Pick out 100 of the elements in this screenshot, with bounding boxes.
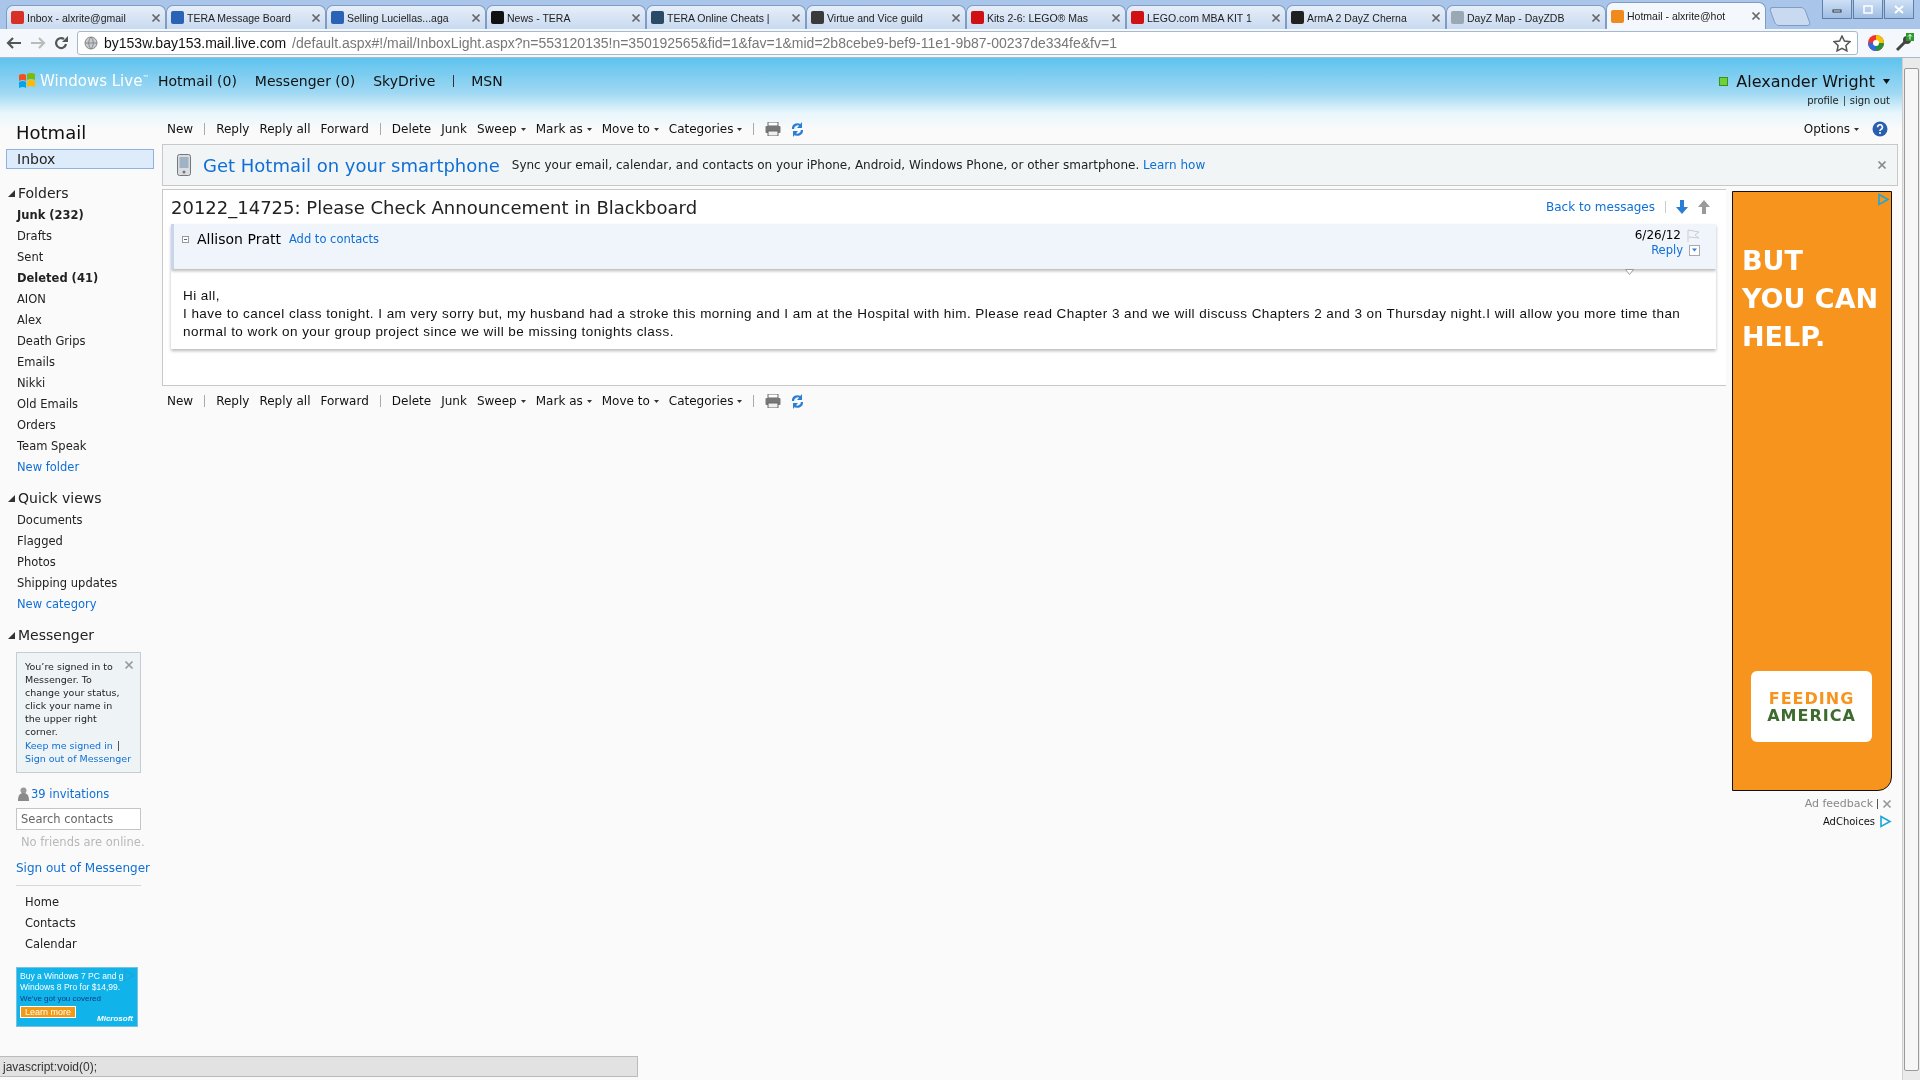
notice-link[interactable]: Keep me signed in — [25, 739, 113, 752]
sidebar-link[interactable]: New folder — [6, 457, 162, 478]
browser-tab[interactable]: News - TERA — [486, 5, 646, 29]
toolbar-button[interactable]: New — [162, 119, 199, 139]
sidebar-link[interactable]: Home — [14, 892, 162, 913]
close-icon[interactable] — [471, 12, 481, 23]
sidebar-item[interactable]: Inbox — [6, 149, 154, 169]
collapse-triangle-icon[interactable] — [8, 631, 15, 639]
collapse-triangle-icon[interactable] — [8, 494, 15, 502]
expand-triangle-icon[interactable] — [1625, 269, 1634, 275]
options-button[interactable]: Options — [1798, 119, 1864, 139]
close-icon[interactable] — [1271, 12, 1281, 23]
ad-feedback-link[interactable]: Ad feedback — [1804, 797, 1873, 810]
folder-item[interactable]: Documents — [6, 510, 162, 531]
sidebar-link[interactable]: Contacts — [14, 913, 162, 934]
browser-tab[interactable]: Virtue and Vice guild — [806, 5, 966, 29]
browser-tab[interactable]: TERA Message Board — [166, 5, 326, 29]
folder-item[interactable]: Sent — [6, 247, 162, 268]
toolbar-button[interactable]: Move to — [596, 391, 664, 411]
toolbar-button[interactable]: Sweep — [471, 391, 531, 411]
toolbar-button[interactable]: Mark as — [530, 119, 597, 139]
collapse-icon[interactable] — [182, 235, 189, 243]
learn-how-link[interactable]: Learn how — [1143, 158, 1206, 172]
adchoices-link[interactable]: AdChoices — [1822, 816, 1875, 827]
folder-item[interactable]: Drafts — [6, 226, 162, 247]
close-icon[interactable] — [1591, 12, 1601, 23]
folder-item[interactable]: Photos — [6, 552, 162, 573]
close-icon[interactable] — [951, 12, 961, 23]
invitations-link[interactable]: 39 invitations — [31, 787, 110, 801]
sidebar-link[interactable]: Calendar — [14, 934, 162, 955]
close-icon[interactable] — [1882, 798, 1892, 809]
reload-icon[interactable] — [54, 35, 69, 51]
add-contact-link[interactable]: Add to contacts — [288, 232, 380, 246]
close-icon[interactable] — [1877, 160, 1887, 170]
user-name[interactable]: Alexander Wright — [1736, 72, 1875, 91]
folder-item[interactable]: Orders — [6, 415, 162, 436]
color-wheel-icon[interactable] — [1866, 33, 1886, 53]
browser-tab[interactable]: DayZ Map - DayZDB — [1446, 5, 1606, 29]
star-icon[interactable] — [1833, 34, 1851, 52]
folder-item[interactable]: Nikki — [6, 373, 162, 394]
close-icon[interactable] — [1111, 12, 1121, 23]
folder-item[interactable]: Shipping updates — [6, 573, 162, 594]
browser-tab[interactable]: ArmA 2 DayZ Cherna — [1286, 5, 1446, 29]
folder-item[interactable]: Junk (232) — [6, 205, 162, 226]
notice-link[interactable]: Sign out of Messenger — [25, 752, 132, 765]
section-heading[interactable]: Folders — [18, 185, 69, 201]
nav-link[interactable]: SkyDrive — [373, 73, 436, 89]
dropdown-icon[interactable] — [1689, 244, 1700, 256]
browser-tab[interactable]: TERA Online Cheats | — [646, 5, 806, 29]
folder-item[interactable]: Death Grips — [6, 331, 162, 352]
toolbar-button[interactable]: New — [162, 391, 199, 411]
browser-tab[interactable]: Inbox - alxrite@gmail — [6, 5, 166, 29]
folder-item[interactable]: Flagged — [6, 531, 162, 552]
header-link[interactable]: profile — [1807, 95, 1839, 106]
folder-item[interactable]: Emails — [6, 352, 162, 373]
adchoices-icon[interactable] — [1879, 815, 1892, 828]
down-arrow-icon[interactable] — [1676, 200, 1688, 214]
toolbar-button[interactable]: Reply all — [254, 391, 316, 411]
up-arrow-icon[interactable] — [1698, 200, 1710, 214]
folder-item[interactable]: Deleted (41) — [6, 268, 162, 289]
close-icon[interactable] — [151, 12, 161, 23]
toolbar-button[interactable]: Mark as — [530, 391, 597, 411]
sign-out-link[interactable]: Sign out of Messenger — [16, 861, 162, 875]
nav-link[interactable]: Messenger (0) — [254, 73, 356, 89]
browser-tab[interactable]: Hotmail - alxrite@hot — [1606, 2, 1766, 29]
toolbar-button[interactable]: Forward — [315, 119, 374, 139]
search-field[interactable]: Search contacts — [16, 808, 141, 830]
toolbar-button[interactable]: Junk — [436, 391, 472, 411]
section-heading[interactable]: Messenger — [18, 627, 95, 643]
scrollbar[interactable] — [1902, 58, 1920, 1080]
scroll-thumb[interactable] — [1904, 68, 1919, 1071]
browser-tab[interactable]: Selling Luciellas...aga — [326, 5, 486, 29]
address-field[interactable]: by153w.bay153.mail.live.com /default.aspx#!/mail/InboxLight.aspx?n=553120135!n=350192565&fid=1&fav=1&mid=2b8cebe9-bef9-11e1-9b87-00237de334fe&fv=1 — [77, 31, 1858, 55]
close-icon[interactable] — [124, 660, 134, 670]
folder-item[interactable]: Alex — [6, 310, 162, 331]
browser-tab[interactable]: Kits 2-6: LEGO® Mas — [966, 5, 1126, 29]
reply-link[interactable]: Reply — [1651, 243, 1683, 257]
back-icon[interactable] — [6, 36, 22, 50]
section-heading[interactable]: Quick views — [18, 490, 102, 506]
toolbar-button[interactable]: Categories — [663, 391, 748, 411]
nav-link[interactable]: MSN — [453, 73, 503, 89]
back-link[interactable]: Back to messages — [1546, 200, 1655, 214]
folder-item[interactable]: Old Emails — [6, 394, 162, 415]
browser-tab[interactable]: LEGO.com MBA KIT 1 — [1126, 5, 1286, 29]
header-link[interactable]: sign out — [1849, 95, 1890, 106]
promo-title[interactable]: Get Hotmail on your smartphone — [203, 154, 500, 176]
close-icon[interactable] — [1751, 11, 1761, 21]
ad-banner[interactable]: BUT YOU CAN HELP. FEEDING AMERICA — [1732, 191, 1892, 791]
folder-item[interactable]: Team Speak — [6, 436, 162, 457]
collapse-triangle-icon[interactable] — [8, 189, 15, 197]
close-icon[interactable] — [1431, 12, 1441, 23]
toolbar-button[interactable]: Reply all — [254, 119, 316, 139]
toolbar-button[interactable]: Move to — [596, 119, 664, 139]
folder-item[interactable]: AION — [6, 289, 162, 310]
toolbar-button[interactable]: Forward — [315, 391, 374, 411]
nav-link[interactable]: Hotmail (0) — [158, 73, 237, 89]
toolbar-button[interactable]: Categories — [663, 119, 748, 139]
wrench-icon[interactable] — [1894, 33, 1914, 53]
toolbar-button[interactable]: Sweep — [471, 119, 531, 139]
close-icon[interactable] — [311, 12, 321, 23]
